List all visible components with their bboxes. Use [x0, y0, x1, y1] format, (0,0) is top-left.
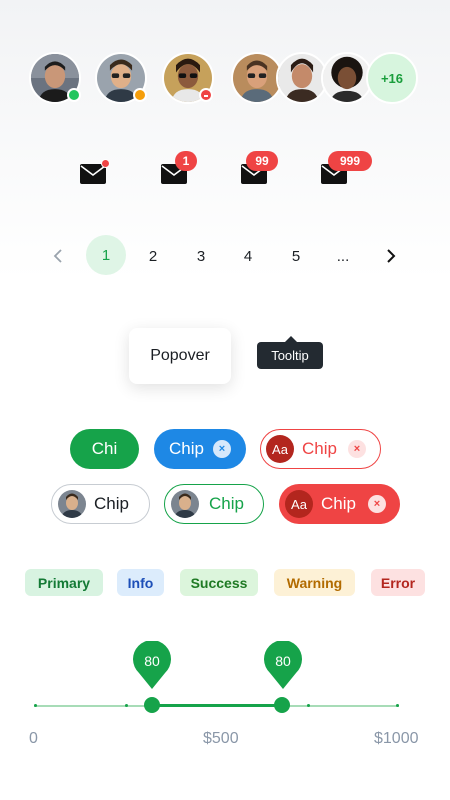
popover-arrow [173, 320, 189, 328]
notification-dot [101, 159, 110, 168]
chevron-left-icon [53, 249, 62, 263]
slider-mark [125, 704, 128, 707]
chip-label: Chi [91, 439, 118, 458]
chip-avatar-text: Aa [266, 435, 294, 463]
chip-avatar [58, 490, 86, 518]
count-badge: 999 [328, 151, 372, 171]
slider-max-label: $1000 [374, 730, 419, 747]
slider-value-pin: 80 [264, 640, 302, 691]
chip-label: Chip [209, 494, 244, 513]
page-ellipsis[interactable]: ... [323, 236, 363, 276]
person-photo-icon [323, 54, 371, 102]
person-photo-icon [58, 490, 86, 518]
away-status-dot [133, 88, 147, 102]
label-success: Success [180, 569, 258, 596]
chip-delete-icon[interactable]: × [212, 440, 231, 458]
chip-outlined-green[interactable]: Chip [164, 484, 264, 524]
chip-delete-icon[interactable]: × [347, 440, 366, 458]
popover[interactable]: Popover [129, 328, 231, 384]
slider-track [152, 704, 282, 707]
chip-label: Chip [169, 439, 204, 458]
tooltip: Tooltip [257, 342, 323, 369]
chip-filled-blue[interactable]: Chip × [154, 429, 246, 469]
label-primary: Primary [25, 569, 103, 596]
slider-mid-label: $500 [203, 730, 239, 747]
slider-mark [307, 704, 310, 707]
chevron-right-icon [387, 249, 396, 263]
pagination-next-button[interactable] [371, 236, 411, 276]
slider-min-label: 0 [29, 730, 38, 747]
chip-label: Chip [94, 494, 129, 513]
chip-outlined-red[interactable]: Aa Chip × [260, 429, 381, 469]
slider-value-label: 80 [275, 653, 291, 669]
chip-filled-green[interactable]: Chi [70, 429, 139, 469]
count-badge: 1 [175, 151, 197, 171]
slider-mark [34, 704, 37, 707]
chip-label: Chip [302, 439, 337, 458]
page-button-5[interactable]: 5 [276, 236, 316, 276]
online-status-dot [67, 88, 81, 102]
person-photo-icon [278, 54, 326, 102]
slider-mark [396, 704, 399, 707]
page-button-2[interactable]: 2 [133, 236, 173, 276]
chip-avatar [171, 490, 199, 518]
label-error: Error [371, 569, 425, 596]
chip-filled-red[interactable]: Aa Chip × [279, 484, 400, 524]
page-button-4[interactable]: 4 [228, 236, 268, 276]
chip-outlined-gray[interactable]: Chip [51, 484, 150, 524]
chip-label: Chip [321, 494, 356, 513]
page-button-3[interactable]: 3 [181, 236, 221, 276]
count-badge: 99 [246, 151, 278, 171]
slider-value-label: 80 [144, 653, 160, 669]
busy-status-dot [199, 88, 213, 102]
pagination-prev-button[interactable] [38, 236, 78, 276]
slider-value-pin: 80 [133, 640, 171, 691]
page-button-1[interactable]: 1 [86, 235, 126, 275]
chip-delete-icon[interactable]: × [367, 495, 386, 513]
slider-thumb-end[interactable] [274, 697, 290, 713]
slider-thumb-start[interactable] [144, 697, 160, 713]
person-photo-icon [233, 54, 281, 102]
person-photo-icon [171, 490, 199, 518]
label-warning: Warning [274, 569, 355, 596]
chip-avatar-text: Aa [285, 490, 313, 518]
label-info: Info [117, 569, 164, 596]
avatar-more-count: +16 [366, 52, 418, 104]
